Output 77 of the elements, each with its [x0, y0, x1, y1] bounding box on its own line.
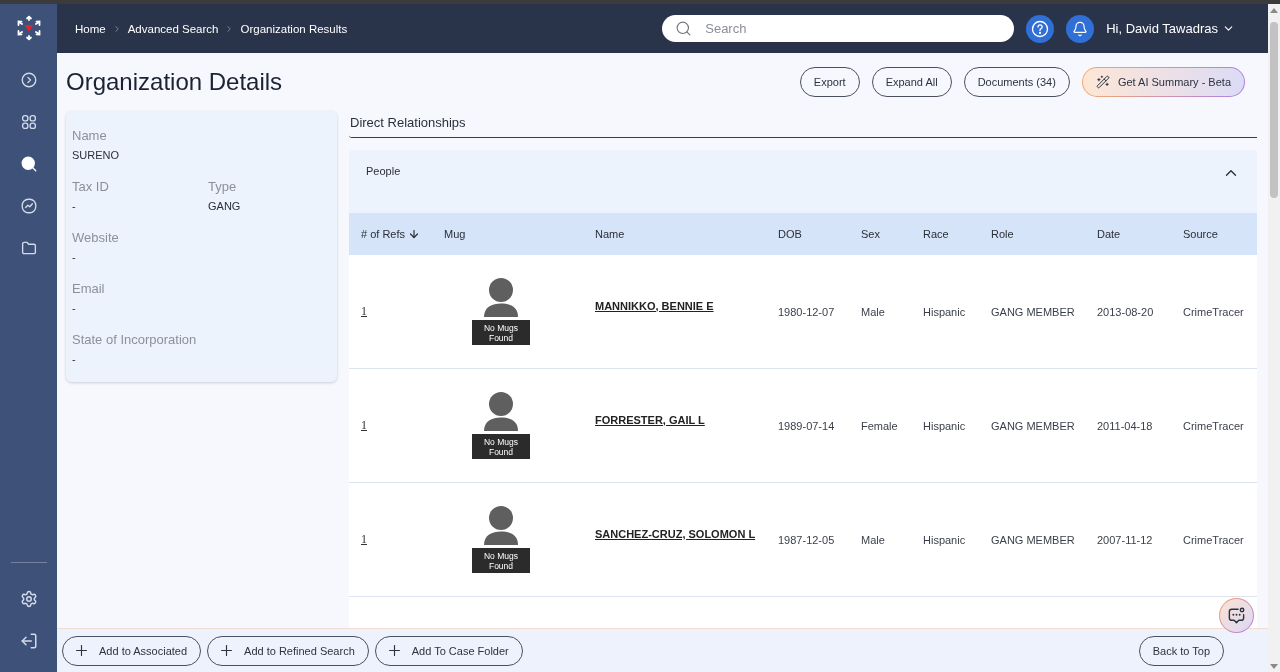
table-cell: GANG MEMBER: [991, 305, 1075, 318]
panel-title: People: [366, 164, 401, 178]
table-cell: Hispanic: [923, 533, 966, 546]
bell-icon: [1072, 20, 1089, 37]
person-name-link[interactable]: SANCHEZ-CRUZ, SOLOMON L: [595, 527, 756, 540]
table-cell: CrimeTracer: [1183, 305, 1244, 318]
field-value: SURENO: [72, 148, 121, 162]
breadcrumb-link[interactable]: Home: [75, 22, 106, 35]
field-label: Email: [72, 281, 106, 297]
chat-icon: [1227, 606, 1246, 625]
table-cell: 1987-12-05: [778, 533, 835, 546]
avatar-silhouette-icon: [483, 506, 519, 545]
section-heading: Direct Relationships: [349, 111, 1257, 138]
field-value: -: [72, 199, 77, 213]
table-cell: CrimeTracer: [1183, 419, 1244, 432]
no-mugs-label: No Mugs Found: [472, 548, 530, 573]
folder-icon[interactable]: [19, 239, 38, 257]
table-cell: 2011-04-18: [1097, 419, 1153, 432]
table-cell: Male: [861, 305, 885, 318]
scrollbar[interactable]: [1268, 4, 1280, 672]
field-label: Tax ID: [72, 179, 110, 195]
settings-icon[interactable]: [19, 590, 38, 608]
table-cell: Female: [861, 419, 898, 432]
help-icon: [1031, 19, 1050, 38]
table-cell: Male: [861, 533, 885, 546]
table-cell: GANG MEMBER: [991, 419, 1075, 432]
table-cell: CrimeTracer: [1183, 533, 1244, 546]
table-cell: 2013-08-20: [1097, 305, 1154, 318]
logout-icon[interactable]: [19, 632, 38, 650]
search-icon[interactable]: [19, 155, 38, 173]
field-value: -: [72, 250, 77, 264]
column-header: Date: [1097, 228, 1121, 240]
field-value: GANG: [208, 199, 242, 213]
no-mugs-label: No Mugs Found: [472, 434, 530, 459]
column-header: Sex: [861, 228, 880, 240]
grid-icon[interactable]: [19, 113, 38, 131]
person-name-link[interactable]: FORRESTER, GAIL L: [595, 413, 705, 426]
refs-link[interactable]: 1: [361, 532, 367, 547]
page-title: Organization Details: [66, 67, 283, 97]
table-cell: 1980-12-07: [778, 305, 835, 318]
help-button[interactable]: [1026, 14, 1055, 43]
table-cell: GANG MEMBER: [991, 533, 1075, 546]
breadcrumb-link[interactable]: Advanced Search: [127, 22, 219, 35]
avatar-silhouette-icon: [483, 392, 519, 431]
field-label: Type: [208, 179, 238, 195]
column-header: Mug: [444, 228, 466, 240]
notifications-button[interactable]: [1066, 14, 1095, 43]
column-header: # of Refs: [361, 228, 406, 240]
logo-icon[interactable]: [15, 15, 42, 41]
table-cell: 1989-07-14: [778, 419, 835, 432]
column-header: DOB: [778, 228, 802, 240]
column-header: Name: [595, 228, 625, 240]
field-value: -: [72, 301, 77, 315]
refs-link[interactable]: 1: [361, 304, 367, 319]
field-value: -: [72, 352, 77, 366]
field-label: Name: [72, 128, 108, 144]
table-cell: 2007-11-12: [1097, 533, 1153, 546]
user-menu-button[interactable]: Hi, David Tawadras: [1106, 21, 1235, 36]
field-label: Website: [72, 230, 120, 246]
ai-summary-button[interactable]: Get AI Summary - Beta: [1081, 67, 1245, 97]
breadcrumb-current: Organization Results: [240, 22, 348, 35]
sort-arrow-icon[interactable]: [408, 228, 421, 240]
refs-link[interactable]: 1: [361, 418, 367, 433]
plus-icon: [73, 642, 90, 659]
magic-wand-icon: [1095, 75, 1110, 89]
search-icon: [675, 20, 693, 37]
field-label: State of Incorporation: [72, 332, 198, 348]
column-header: Source: [1183, 228, 1218, 240]
column-header: Race: [923, 228, 949, 240]
chevron-circle-icon[interactable]: [19, 71, 38, 89]
column-header: Role: [991, 228, 1014, 240]
table-cell: Hispanic: [923, 305, 966, 318]
no-mugs-label: No Mugs Found: [472, 320, 530, 345]
search-field[interactable]: Search: [662, 15, 1015, 42]
table-cell: Hispanic: [923, 419, 966, 432]
person-name-link[interactable]: MANNIKKO, BENNIE E: [595, 299, 714, 312]
avatar-silhouette-icon: [483, 278, 519, 317]
